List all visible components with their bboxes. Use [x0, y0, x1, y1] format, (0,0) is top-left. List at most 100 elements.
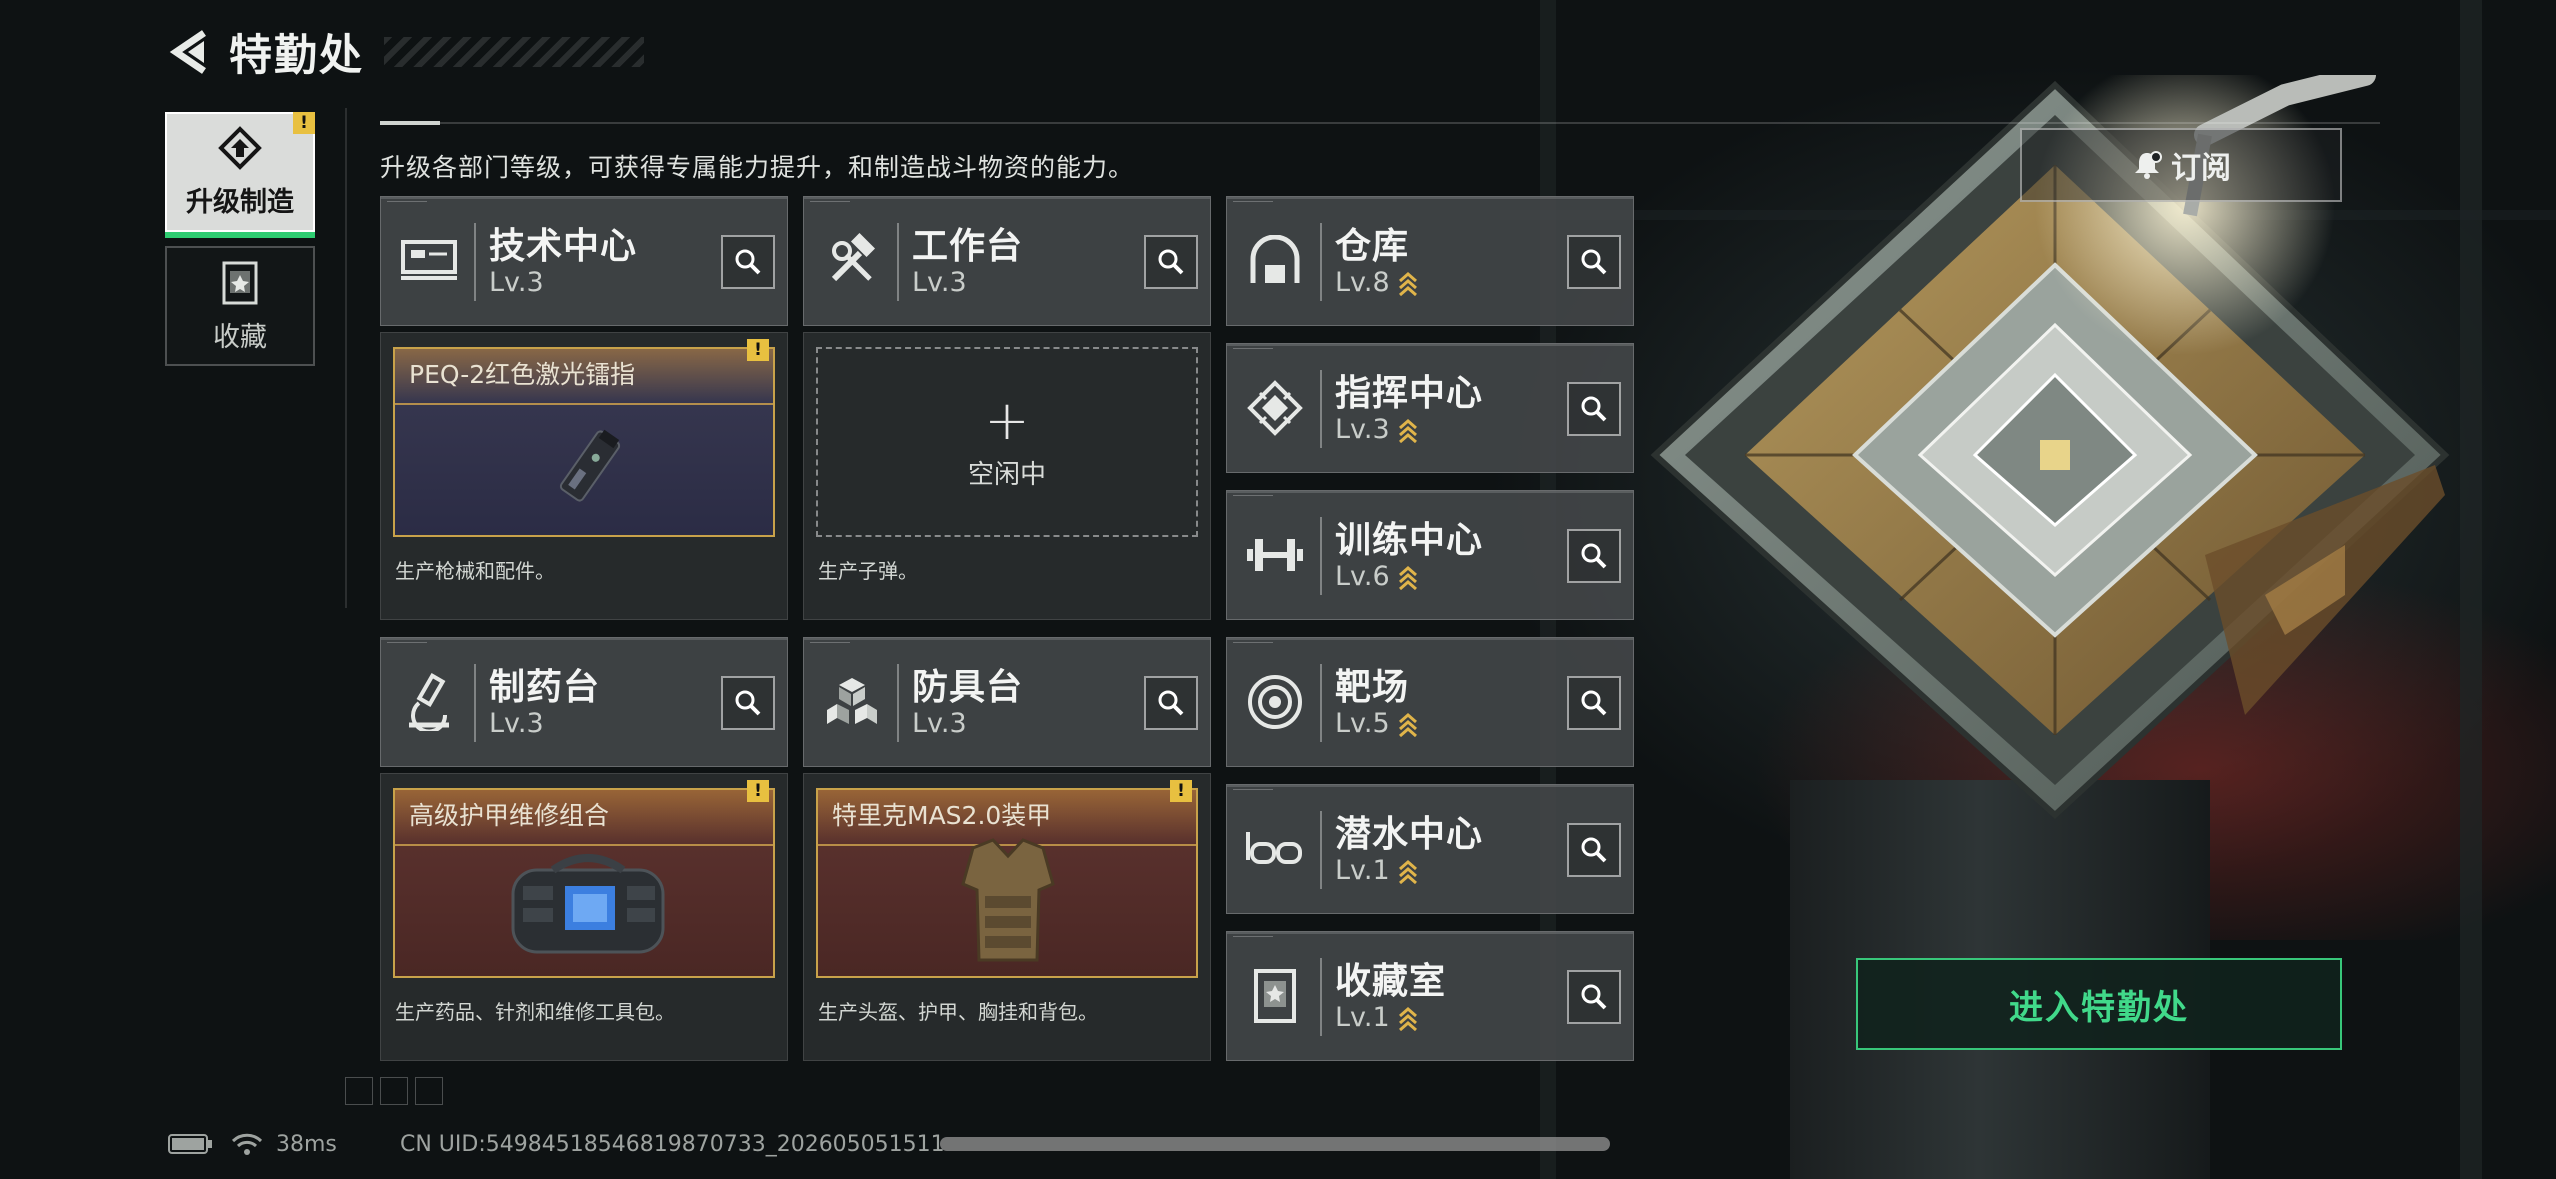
enter-special-ops-button[interactable]: 进入特勤处: [1856, 958, 2342, 1050]
tab-upgrade-manufacture[interactable]: 升级制造 !: [165, 112, 315, 238]
department-name: 仓库: [1335, 226, 1410, 267]
department-level: Lv.5: [1335, 708, 1390, 739]
ping-value: 38ms: [276, 1131, 337, 1157]
search-icon: [1581, 837, 1607, 863]
header: 特勤处: [165, 22, 644, 82]
search-button[interactable]: [721, 235, 775, 289]
rank-chevron-icon: [1398, 712, 1417, 737]
department-level: Lv.3: [912, 267, 967, 298]
department-card-training-center[interactable]: 训练中心 Lv.6: [1226, 490, 1634, 620]
intro-text: 升级各部门等级，可获得专属能力提升，和制造战斗物资的能力。: [380, 153, 1135, 182]
search-icon: [1581, 396, 1607, 422]
dumbbell-icon: [1247, 539, 1303, 571]
department-level: Lv.8: [1335, 267, 1390, 298]
warning-badge: !: [747, 339, 769, 361]
upgrade-cube-icon: [218, 125, 262, 170]
search-button[interactable]: [721, 676, 775, 730]
department-level: Lv.3: [489, 267, 544, 298]
rank-chevron-icon: [1398, 271, 1417, 296]
decor-square: [415, 1077, 443, 1105]
idle-label: 空闲中: [967, 459, 1046, 490]
department-card-command-center[interactable]: 指挥中心 Lv.3: [1226, 343, 1634, 473]
header-divider: [380, 121, 2380, 125]
search-icon: [1581, 249, 1607, 275]
department-level: Lv.1: [1335, 1002, 1390, 1033]
tab-collection[interactable]: 收藏: [165, 246, 315, 366]
item-name: 特里克MAS2.0装甲: [832, 801, 1052, 830]
department-name: 潜水中心: [1335, 814, 1484, 855]
search-icon: [735, 690, 761, 716]
status-bar: 38ms: [168, 1128, 337, 1160]
search-icon: [1158, 249, 1184, 275]
department-card-tech-center[interactable]: 技术中心 Lv.3: [380, 196, 788, 326]
user-uid: CN UID:549845185468198707​33_20260505151…: [400, 1131, 945, 1157]
search-button[interactable]: [1567, 382, 1621, 436]
production-desc: 生产头盔、护甲、胸挂和背包。: [818, 1000, 1098, 1024]
item-name: PEQ-2红色激光镭指: [409, 360, 636, 389]
department-card-workbench[interactable]: 工作台 Lv.3: [803, 196, 1211, 326]
microscope-icon: [409, 673, 449, 731]
department-name: 防具台: [912, 667, 1024, 708]
production-slot-tech-center[interactable]: PEQ-2红色激光镭指 ! 生产枪械和配件。: [380, 332, 788, 620]
search-button[interactable]: [1144, 676, 1198, 730]
title-decoration: [384, 37, 644, 67]
warning-badge: !: [293, 112, 315, 134]
department-card-shooting-range[interactable]: 靶场 Lv.5: [1226, 637, 1634, 767]
production-slot-workbench[interactable]: + 空闲中 生产子弹。: [803, 332, 1211, 620]
rank-chevron-icon: [1398, 565, 1417, 590]
department-card-armor[interactable]: 防具台 Lv.3: [803, 637, 1211, 767]
subscribe-button[interactable]: 订阅: [2020, 128, 2342, 202]
production-slot-pharmacy[interactable]: 高级护甲维修组合 ! 生产药品、针剂和维修工具包。: [380, 773, 788, 1061]
plus-icon: +: [984, 388, 1030, 452]
search-icon: [1158, 690, 1184, 716]
department-name: 技术中心: [489, 226, 638, 267]
search-button[interactable]: [1567, 823, 1621, 877]
tab-label: 升级制造: [186, 186, 294, 218]
collection-case-icon: [222, 261, 258, 304]
body-armor-image: [961, 838, 1055, 962]
production-desc: 生产药品、针剂和维修工具包。: [395, 1000, 675, 1024]
back-arrow-icon: [169, 30, 206, 74]
department-level: Lv.6: [1335, 561, 1390, 592]
back-button[interactable]: [165, 22, 215, 82]
department-level: Lv.3: [1335, 414, 1390, 445]
department-card-collection-room[interactable]: 收藏室 Lv.1: [1226, 931, 1634, 1061]
search-button[interactable]: [1567, 235, 1621, 289]
empty-slot[interactable]: + 空闲中: [816, 347, 1198, 537]
search-button[interactable]: [1567, 676, 1621, 730]
department-card-diving-center[interactable]: 潜水中心 Lv.1: [1226, 784, 1634, 914]
decor-square: [345, 1077, 373, 1105]
battery-icon: [168, 1134, 212, 1154]
department-name: 收藏室: [1335, 961, 1447, 1002]
subscribe-label: 订阅: [2171, 151, 2231, 186]
page-title: 特勤处: [229, 31, 364, 81]
home-indicator[interactable]: [940, 1137, 1610, 1151]
diving-mask-icon: [1246, 832, 1302, 864]
production-slot-armor[interactable]: 特里克MAS2.0装甲 ! 生产头盔、护甲、胸挂和背包。: [803, 773, 1211, 1061]
search-button[interactable]: [1567, 970, 1621, 1024]
item-name: 高级护甲维修组合: [409, 801, 610, 830]
department-card-pharmacy[interactable]: 制药台 Lv.3: [380, 637, 788, 767]
department-card-warehouse[interactable]: 仓库 Lv.8: [1226, 196, 1634, 326]
trophy-case-icon: [1254, 969, 1296, 1023]
search-icon: [735, 249, 761, 275]
bell-icon: [2135, 151, 2162, 179]
department-name: 训练中心: [1335, 520, 1484, 561]
search-icon: [1581, 690, 1607, 716]
decor-square: [380, 1077, 408, 1105]
warehouse-icon: [1250, 235, 1300, 283]
rank-chevron-icon: [1398, 1006, 1417, 1031]
wifi-icon: [231, 1133, 263, 1155]
tab-label: 收藏: [213, 321, 267, 353]
target-icon: [1248, 675, 1302, 729]
rank-chevron-icon: [1398, 418, 1417, 443]
tech-center-icon: [401, 240, 457, 280]
cubes-icon: [827, 678, 877, 724]
rank-chevron-icon: [1398, 859, 1417, 884]
search-button[interactable]: [1567, 529, 1621, 583]
production-desc: 生产子弹。: [818, 559, 918, 583]
department-name: 指挥中心: [1335, 373, 1484, 414]
search-button[interactable]: [1144, 235, 1198, 289]
warning-badge: !: [747, 780, 769, 802]
warning-badge: !: [1170, 780, 1192, 802]
